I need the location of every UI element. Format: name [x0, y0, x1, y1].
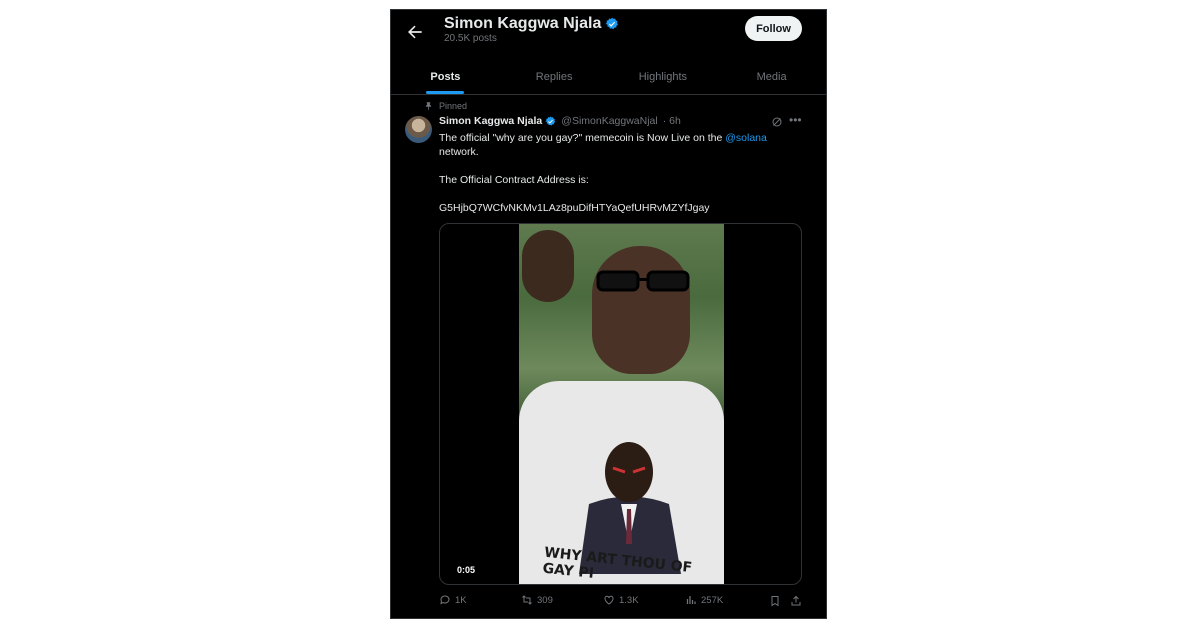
- reply-button[interactable]: 1K: [439, 594, 467, 606]
- views-count: 257K: [701, 594, 724, 606]
- reply-icon: [440, 595, 450, 605]
- verified-badge-icon: [545, 115, 556, 126]
- post-author[interactable]: Simon Kaggwa Njala: [439, 115, 542, 127]
- tab-label: Replies: [535, 71, 573, 83]
- video-timestamp: 0:05: [454, 564, 479, 576]
- contract-address: G5HjbQ7WCfvNKMv1LAz8puDifHTYaQefUHRvMZYf…: [439, 202, 710, 214]
- tab-label: Posts: [430, 71, 461, 83]
- pin-icon: [425, 102, 432, 111]
- post-text-line-2: network.: [439, 146, 479, 158]
- tab-replies[interactable]: Replies: [500, 60, 609, 94]
- views-chart-icon: [686, 596, 696, 604]
- tab-media[interactable]: Media: [717, 60, 826, 94]
- repost-icon: [522, 595, 532, 605]
- glasses-shape: [596, 270, 690, 292]
- grok-icon[interactable]: [771, 116, 783, 128]
- tab-posts[interactable]: Posts: [391, 60, 500, 94]
- verified-badge-icon: [605, 17, 619, 30]
- like-count: 1.3K: [619, 594, 639, 606]
- post-meta: Simon Kaggwa Njala @SimonKaggwaNjal · 6h: [439, 115, 681, 127]
- views-button[interactable]: 257K: [685, 594, 723, 606]
- share-icon[interactable]: [790, 595, 802, 607]
- tab-label: Highlights: [638, 71, 688, 83]
- repost-count: 309: [537, 594, 553, 606]
- fist-shape: [522, 230, 574, 302]
- post-text-line-3: The Official Contract Address is:: [439, 174, 589, 186]
- avatar[interactable]: [405, 116, 432, 143]
- profile-name-text: Simon Kaggwa Njala: [444, 15, 602, 32]
- post-actions: 1K 309 1.3K 257K: [439, 594, 802, 610]
- post-text: The official "why are you gay?" memecoin…: [439, 132, 726, 144]
- post-text-line-1: The official "why are you gay?" memecoin…: [439, 131, 767, 145]
- back-arrow-icon[interactable]: [405, 22, 425, 42]
- repost-button[interactable]: 309: [521, 594, 553, 606]
- profile-name: Simon Kaggwa Njala: [444, 15, 619, 33]
- reply-count: 1K: [455, 594, 467, 606]
- head-shape: [592, 246, 690, 374]
- active-tab-indicator: [426, 91, 465, 94]
- posts-count: 20.5K posts: [444, 33, 497, 44]
- heart-icon: [604, 595, 614, 605]
- post-handle[interactable]: @SimonKaggwaNjal: [561, 115, 657, 127]
- bookmark-icon[interactable]: [769, 595, 781, 607]
- more-options-icon[interactable]: •••: [789, 113, 802, 127]
- pinned-label: Pinned: [424, 101, 467, 111]
- video-frame[interactable]: WHY ART THOU OF GAY PI: [519, 224, 724, 584]
- profile-screen: Simon Kaggwa Njala 20.5K posts Follow Po…: [390, 9, 827, 619]
- like-button[interactable]: 1.3K: [603, 594, 639, 606]
- video-player[interactable]: WHY ART THOU OF GAY PI 0:05: [439, 223, 802, 585]
- follow-button[interactable]: Follow: [745, 16, 802, 41]
- tab-highlights[interactable]: Highlights: [609, 60, 718, 94]
- profile-header: Simon Kaggwa Njala 20.5K posts Follow: [391, 10, 826, 60]
- profile-tabs: Posts Replies Highlights Media: [391, 60, 826, 95]
- mention-link[interactable]: @solana: [725, 132, 767, 144]
- tab-label: Media: [756, 71, 787, 83]
- pinned-text: Pinned: [439, 101, 468, 111]
- post-time[interactable]: · 6h: [663, 115, 681, 127]
